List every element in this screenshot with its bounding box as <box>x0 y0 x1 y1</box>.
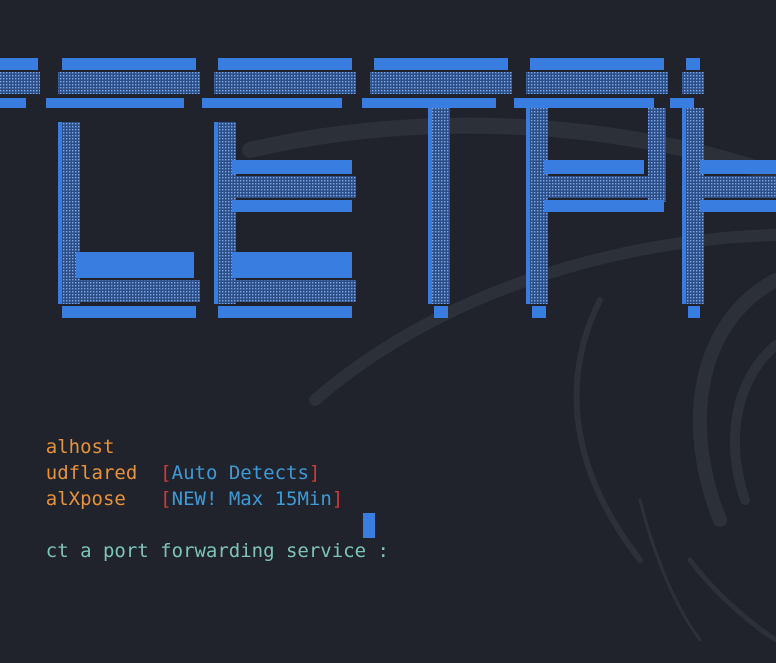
menu-option-2[interactable]: udflared [Auto Detects] <box>0 434 321 484</box>
banner-letter-2 <box>46 58 200 318</box>
bracket-close: ] <box>331 488 344 510</box>
ascii-banner <box>0 58 776 318</box>
banner-letter-1 <box>0 58 40 108</box>
banner-letter-5 <box>514 58 668 318</box>
prompt-text: ct a port forwarding service : <box>45 540 401 562</box>
menu-option-label: alXpose <box>45 488 126 510</box>
banner-letter-3 <box>202 58 356 318</box>
menu-option-1[interactable]: alhost <box>0 408 115 458</box>
bracket-open: [ <box>160 488 172 510</box>
terminal-cursor[interactable] <box>363 513 375 538</box>
command-prompt[interactable]: ct a port forwarding service : <box>0 512 400 562</box>
menu-option-3[interactable]: alXpose [NEW! Max 15Min] <box>0 460 343 510</box>
banner-letter-4 <box>362 58 512 318</box>
menu-option-note: NEW! Max 15Min <box>171 488 332 510</box>
banner-letter-6 <box>670 58 776 318</box>
terminal-window[interactable]: alhost udflared [Auto Detects] alXpose [… <box>0 0 776 663</box>
